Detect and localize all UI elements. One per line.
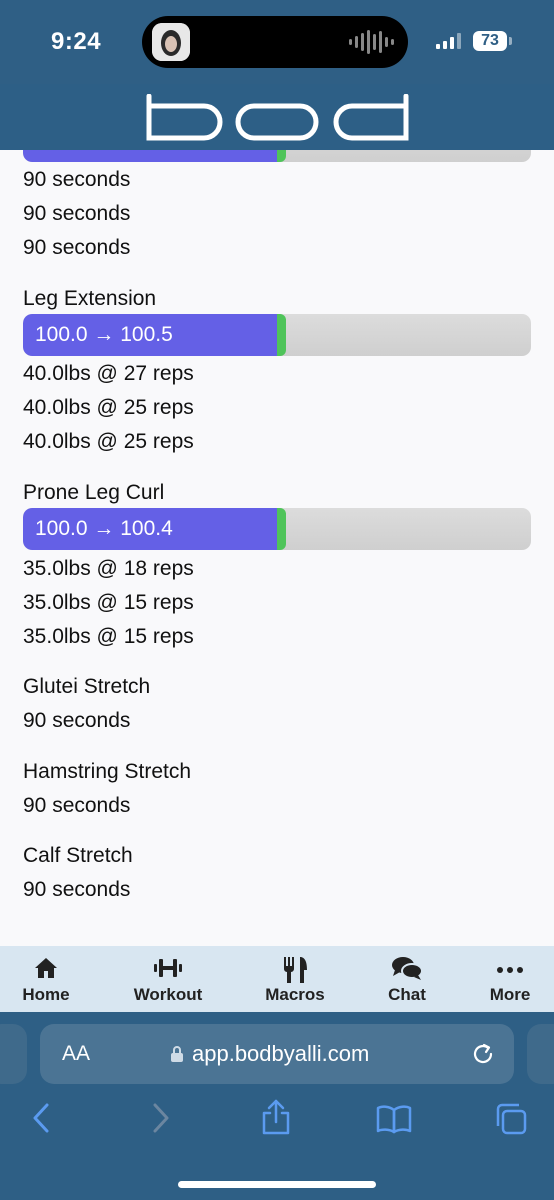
set-line: 90 seconds xyxy=(23,709,131,732)
set-line: 35.0lbs @ 18 reps xyxy=(23,557,194,580)
set-line: 90 seconds xyxy=(23,794,131,817)
tab-home[interactable]: Home xyxy=(0,946,96,1012)
progress-bar: 100.0 → 100.5 xyxy=(23,314,531,356)
set-line: 35.0lbs @ 15 reps xyxy=(23,625,194,648)
battery-tip xyxy=(509,37,512,45)
progress-edge xyxy=(277,150,286,162)
share-icon[interactable] xyxy=(260,1098,292,1136)
tabs-icon[interactable] xyxy=(494,1102,528,1136)
chat-icon xyxy=(392,957,423,980)
next-tab-preview[interactable] xyxy=(527,1024,554,1084)
tab-chat[interactable]: Chat xyxy=(357,946,457,1012)
bod-logo: bod xyxy=(146,94,409,141)
forward-icon[interactable] xyxy=(150,1102,172,1134)
exercise-title: Leg Extension xyxy=(23,287,157,310)
status-time: 9:24 xyxy=(51,28,102,55)
exercise-title: Hamstring Stretch xyxy=(23,760,192,783)
back-icon[interactable] xyxy=(30,1102,52,1134)
set-line: 90 seconds xyxy=(23,202,131,225)
workout-detail-content[interactable]: 90 seconds 90 seconds 90 seconds Leg Ext… xyxy=(0,150,554,946)
set-line: 90 seconds xyxy=(23,168,131,191)
set-line: 40.0lbs @ 27 reps xyxy=(23,362,194,385)
tab-macros[interactable]: Macros xyxy=(245,946,345,1012)
set-line: 40.0lbs @ 25 reps xyxy=(23,396,194,419)
cellular-signal-icon xyxy=(436,33,461,49)
progress-fill xyxy=(23,150,277,162)
exercise-title: Glutei Stretch xyxy=(23,675,151,698)
lock-icon xyxy=(171,1046,183,1062)
battery-icon: 73 xyxy=(473,31,507,51)
tab-label: Macros xyxy=(265,985,325,1004)
progress-label: 100.0 → 100.5 xyxy=(35,323,173,346)
tab-label: Chat xyxy=(388,985,426,1004)
home-icon xyxy=(35,958,57,978)
tab-more[interactable]: More xyxy=(460,946,554,1012)
set-line: 90 seconds xyxy=(23,236,131,259)
bookmarks-icon[interactable] xyxy=(376,1104,412,1134)
progress-bar xyxy=(23,150,531,162)
status-bar: 9:24 73 xyxy=(0,0,554,84)
now-playing-artwork xyxy=(152,23,190,61)
app-header: bod xyxy=(0,84,554,150)
tab-workout[interactable]: Workout xyxy=(118,946,218,1012)
previous-tab-preview[interactable] xyxy=(0,1024,27,1084)
progress-edge xyxy=(277,314,286,356)
more-icon xyxy=(497,967,523,973)
exercise-title: Calf Stretch xyxy=(23,844,133,867)
exercise-title: Prone Leg Curl xyxy=(23,481,165,504)
set-line: 90 seconds xyxy=(23,878,131,901)
reload-icon[interactable] xyxy=(470,1041,496,1067)
progress-edge xyxy=(277,508,286,550)
address-bar[interactable]: AA app.bodbyalli.com xyxy=(40,1024,514,1084)
url-display[interactable]: app.bodbyalli.com xyxy=(170,1041,369,1067)
set-line: 35.0lbs @ 15 reps xyxy=(23,591,194,614)
home-indicator xyxy=(178,1181,376,1188)
bottom-tab-bar: Home Workout Macros Chat More xyxy=(0,946,554,1012)
browser-toolbar: AA app.bodbyalli.com xyxy=(0,1012,554,1200)
set-line: 40.0lbs @ 25 reps xyxy=(23,430,194,453)
dynamic-island[interactable] xyxy=(142,16,408,68)
tab-label: Home xyxy=(22,985,70,1004)
audio-waveform-icon xyxy=(349,30,394,54)
progress-bar: 100.0 → 100.4 xyxy=(23,508,531,550)
dumbbell-icon xyxy=(154,959,182,977)
utensils-icon xyxy=(284,957,307,983)
tab-label: Workout xyxy=(133,985,203,1004)
url-text: app.bodbyalli.com xyxy=(192,1041,370,1066)
progress-label: 100.0 → 100.4 xyxy=(35,517,173,540)
text-size-button[interactable]: AA xyxy=(62,1042,90,1066)
tab-label: More xyxy=(489,985,531,1004)
